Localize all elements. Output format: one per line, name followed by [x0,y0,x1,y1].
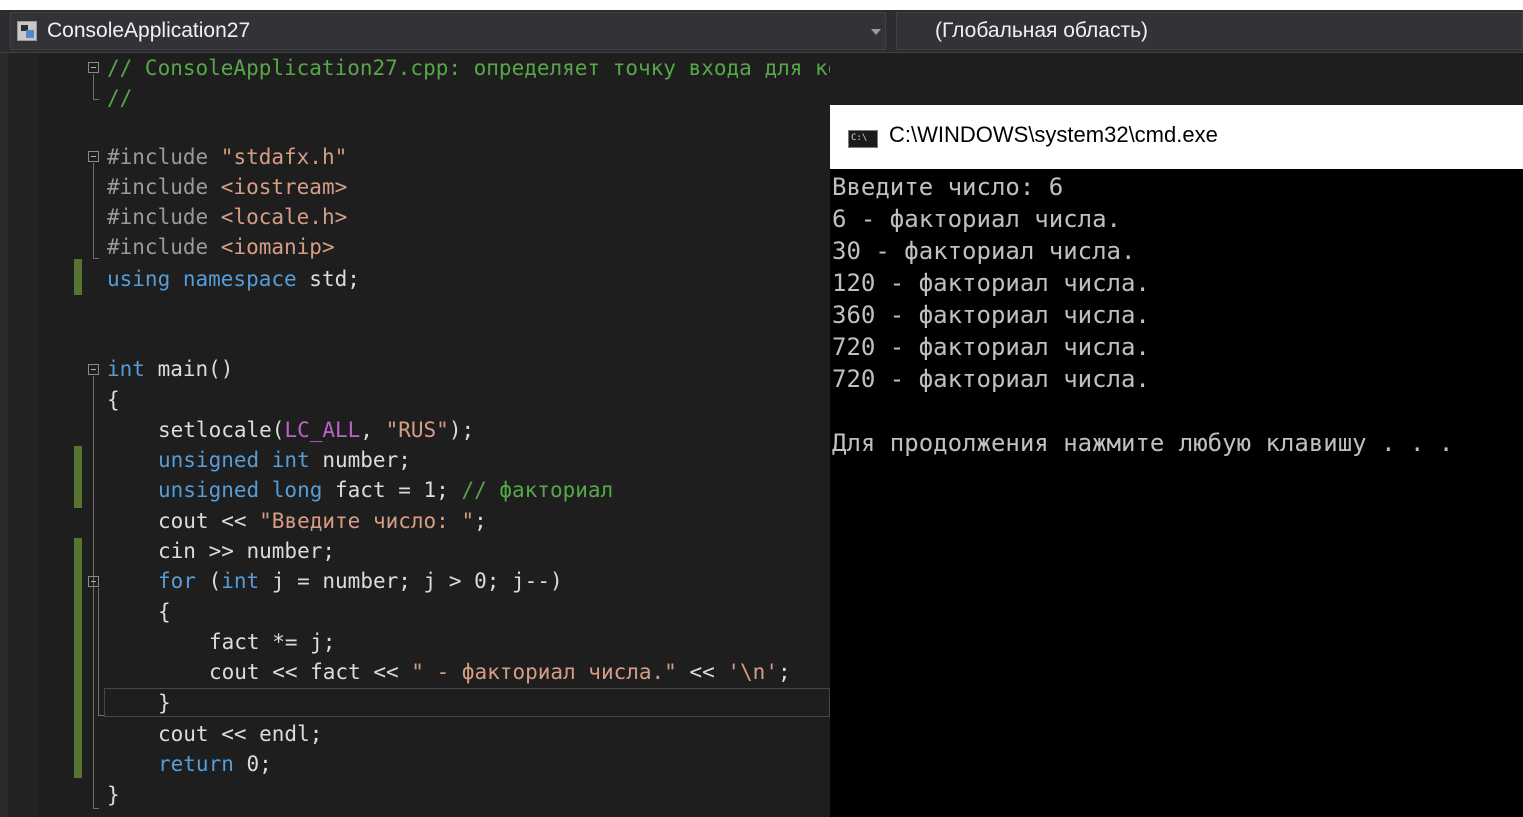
console-line: 30 - факториал числа. [832,237,1136,265]
code-line-7: using namespace std; [107,267,360,291]
project-name: ConsoleApplication27 [47,19,251,42]
code-line-12: unsigned long fact = 1; // факториал [158,478,614,502]
code-line-4: #include <iostream> [107,175,348,199]
console-line: 360 - факториал числа. [832,301,1150,329]
code-line-6: #include <iomanip> [107,235,335,259]
code-line-14: cin >> number; [158,539,336,563]
page-heading-strip: ОПИСАНИЕ [0,0,1523,10]
code-line-5: #include <locale.h> [107,205,348,229]
chevron-down-icon[interactable] [871,29,881,35]
project-dropdown[interactable]: ConsoleApplication27 [10,12,886,50]
change-indicator [74,259,82,295]
scope-label: (Глобальная область) [935,19,1149,42]
console-project-icon [17,21,37,41]
code-line-20: cout << endl; [158,722,323,746]
code-line-16: { [158,600,171,624]
code-line-2: // [107,86,133,110]
code-line-22: } [107,783,120,807]
glyph-margin [8,53,38,817]
code-line-11: unsigned int number; [158,448,411,472]
outline-line [93,163,94,258]
code-line-9: { [107,388,120,412]
console-line: 6 - факториал числа. [832,205,1121,233]
scope-dropdown[interactable]: (Глобальная область) [896,12,1523,50]
current-line-highlight [104,688,830,717]
code-line-1: // ConsoleApplication27.cpp: определяет … [107,56,830,80]
console-window[interactable]: C:\WINDOWS\system32\cmd.exe Введите числ… [830,105,1523,817]
cmd-icon [848,130,878,148]
console-titlebar[interactable]: C:\WINDOWS\system32\cmd.exe [830,105,1523,169]
code-editor[interactable]: // ConsoleApplication27.cpp: определяет … [0,53,830,817]
code-line-21: return 0; [158,752,272,776]
collapse-icon[interactable] [88,576,99,587]
console-line: 720 - факториал числа. [832,333,1150,361]
code-line-10: setlocale(LC_ALL, "RUS"); [158,418,475,442]
collapse-icon[interactable] [88,364,99,375]
console-output[interactable]: Введите число: 6 6 - факториал числа. 30… [830,171,1523,817]
change-indicator [74,446,82,508]
console-title: C:\WINDOWS\system32\cmd.exe [889,122,1218,147]
outline-line [98,588,99,715]
outline-end [93,258,99,259]
change-indicator [74,538,82,778]
code-line-18: cout << fact << " - факториал числа." <<… [209,660,791,684]
collapse-icon[interactable] [88,151,99,162]
code-line-15: for (int j = number; j > 0; j--) [158,569,563,593]
editor-left-margin [0,53,8,817]
console-prompt-line: Для продолжения нажмите любую клавишу . … [832,429,1454,457]
console-line: 720 - факториал числа. [832,365,1150,393]
code-line-17: fact *= j; [209,630,336,654]
outline-end [93,808,99,809]
code-line-19: } [158,691,171,715]
console-line: Введите число: 6 [832,173,1064,201]
code-line-13: cout << "Введите число: "; [158,509,487,533]
navigation-bar: ConsoleApplication27 (Глобальная область… [0,10,1523,53]
outline-end [93,99,99,100]
outline-line [93,376,94,808]
code-line-3: #include "stdafx.h" [107,145,348,169]
clipped-heading: ОПИСАНИЕ [6,0,270,8]
outline-line [93,74,94,99]
console-line: 120 - факториал числа. [832,269,1150,297]
code-line-8: int main() [107,357,234,381]
collapse-icon[interactable] [88,62,99,73]
